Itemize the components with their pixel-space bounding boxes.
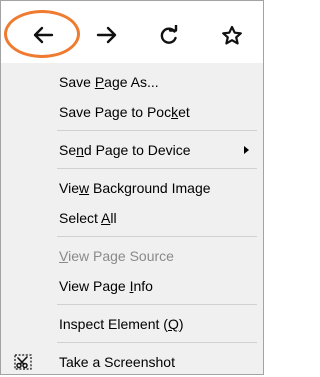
forward-button[interactable]	[87, 15, 127, 55]
label-part: age As...	[104, 74, 159, 90]
menu-item-save-to-pocket[interactable]: Save Page to Pocket	[1, 97, 263, 127]
menu-item-inspect-element[interactable]: Inspect Element (Q)	[1, 309, 263, 339]
label-part: Inspect Element (	[59, 316, 168, 332]
menu-item-send-to-device[interactable]: Send Page to Device	[1, 135, 263, 165]
label-part: iew Page Source	[68, 248, 174, 264]
label-part: View Page	[59, 278, 130, 294]
label-part: d Page to Device	[83, 142, 191, 158]
accesskey: A	[101, 210, 111, 226]
label-part: ll	[110, 210, 117, 226]
menu-separator	[57, 304, 257, 305]
menu-items: Save Page As... Save Page to Pocket Send…	[1, 63, 263, 377]
accesskey: n	[76, 142, 84, 158]
menu-item-save-page-as[interactable]: Save Page As...	[1, 67, 263, 97]
accesskey: w	[78, 180, 90, 196]
menu-separator	[57, 168, 257, 169]
star-icon	[222, 25, 242, 44]
accesskey: V	[59, 248, 69, 264]
back-button[interactable]	[23, 15, 63, 55]
reload-icon	[160, 25, 178, 44]
label-part: Save	[59, 74, 95, 90]
label-part: Take a Screenshot	[59, 354, 175, 370]
label-part: nfo	[133, 278, 153, 294]
menu-separator	[57, 342, 257, 343]
label-part: Select	[59, 210, 102, 226]
bookmark-button[interactable]	[212, 15, 252, 55]
menu-separator	[57, 130, 257, 131]
arrow-left-icon	[33, 26, 54, 44]
menu-separator	[57, 236, 257, 237]
label-part: Se	[59, 142, 77, 158]
label-part: Vie	[59, 180, 79, 196]
label-part: )	[178, 316, 184, 332]
menu-item-select-all[interactable]: Select All	[1, 203, 263, 233]
arrow-right-icon	[96, 26, 117, 44]
label-part: et	[178, 104, 190, 120]
label-part: Save Page to Poc	[59, 104, 172, 120]
menu-item-view-page-info[interactable]: View Page Info	[1, 271, 263, 301]
menu-item-view-page-source[interactable]: View Page Source	[1, 241, 263, 271]
menu-item-take-screenshot[interactable]: Take a Screenshot	[1, 347, 263, 377]
menu-item-view-background-image[interactable]: View Background Image	[1, 173, 263, 203]
reload-button[interactable]	[149, 15, 189, 55]
context-menu: Save Page As... Save Page to Pocket Send…	[0, 0, 264, 375]
submenu-arrow-icon	[244, 146, 249, 154]
navigation-bar	[1, 1, 263, 63]
accesskey: P	[94, 74, 105, 90]
screenshot-scissors-icon	[14, 354, 32, 370]
label-part: Background Image	[89, 180, 211, 196]
accesskey: Q	[167, 316, 179, 332]
